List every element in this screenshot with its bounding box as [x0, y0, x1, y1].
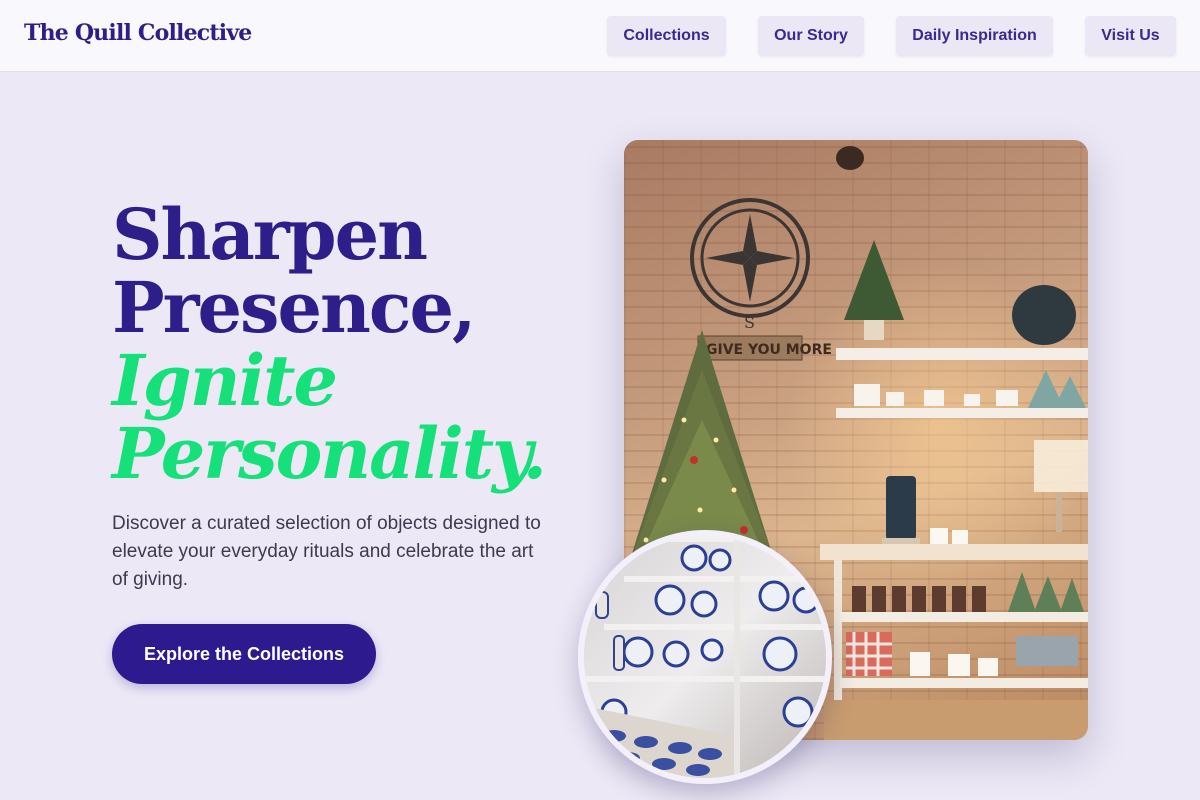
- nav-daily-inspiration-button[interactable]: Daily Inspiration: [896, 16, 1053, 56]
- hero-headline: Sharpen Presence, Ignite Personality.: [112, 198, 582, 490]
- brand-logo[interactable]: The Quill Collective: [24, 20, 252, 46]
- headline-line-personality: Personality.: [112, 412, 547, 495]
- hero-description: Discover a curated selection of objects …: [112, 513, 541, 590]
- wall-shelves: [836, 348, 1088, 418]
- headline-line-presence: Presence,: [112, 266, 476, 349]
- nav-visit-us-button[interactable]: Visit Us: [1085, 16, 1176, 56]
- svg-text:S: S: [744, 313, 755, 332]
- compass-wall-decor: S: [690, 198, 810, 332]
- top-navigation-bar: The Quill Collective Collections Our Sto…: [0, 0, 1200, 72]
- wall-sign-text: GIVE YOU MORE: [706, 342, 832, 358]
- table-lamp: [1034, 440, 1088, 532]
- nav-collections-button[interactable]: Collections: [607, 16, 726, 56]
- wall-sign: GIVE YOU MORE: [697, 335, 832, 361]
- pottery-shelves-photo: [578, 530, 832, 784]
- headline-line-sharpen: Sharpen: [112, 193, 428, 276]
- coffee-counter: [820, 476, 1088, 700]
- nav-our-story-button[interactable]: Our Story: [758, 16, 864, 56]
- pottery-shelves-illustration: [584, 536, 826, 778]
- explore-collections-button[interactable]: Explore the Collections: [112, 624, 376, 684]
- headline-line-ignite: Ignite: [112, 339, 338, 422]
- small-potted-tree: [844, 240, 904, 340]
